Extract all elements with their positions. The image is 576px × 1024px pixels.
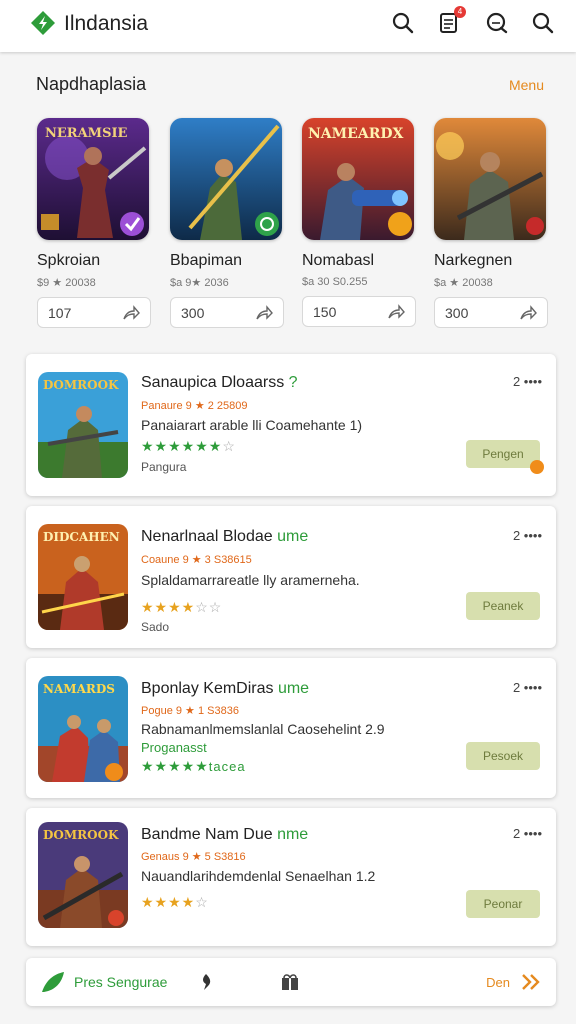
game-meta: Coaune 9 ★ 3 S38615 [141,554,252,566]
game-rating: ★★★★★tacea [141,758,246,774]
featured-game-art-title: NERAMSIE [45,126,128,141]
app-title: Ilndansia [64,12,149,35]
section-title: Napdhaplasia [36,74,147,94]
game-rank: 2 •••• [512,680,542,695]
notifications-icon[interactable]: 4 [436,6,466,36]
featured-game-card[interactable]: Bbapiman $a 9★ 2036 300 [170,118,284,328]
search-alt-icon[interactable] [530,10,556,36]
game-action-button[interactable]: Peanek [466,592,540,620]
game-rank: 2 •••• [512,374,542,389]
game-rating: ★★★★★★☆ [141,438,236,454]
featured-game-image: NAMEARDX [302,118,414,240]
game-title: Bponlay KemDiras ume [141,680,310,697]
game-action-button[interactable]: Pengen [466,440,540,468]
app-logo-icon [31,11,55,35]
featured-game-image [434,118,546,240]
featured-game-price: $a ★ 20038 [434,277,493,289]
leaf-icon [42,972,64,992]
featured-game-count: 300 [445,304,469,321]
top-app-bar: Ilndansia 4 [0,0,576,52]
featured-game-action-button[interactable]: 107 [37,297,151,328]
game-description: Nauandlarihdemdenlal Senaelhan 1.2 [141,868,376,884]
game-thumbnail: DOMROOK [38,822,128,928]
game-description: Splaldamarrareatle lly aramerneha. [141,572,360,588]
game-title: Sanaupica Dloaarss ? [141,374,298,391]
game-category: Pangura [141,460,187,474]
notification-badge: 4 [454,6,466,18]
drop-icon[interactable] [198,972,214,992]
featured-game-count: 107 [48,304,72,321]
game-list-item[interactable]: DOMROOK Sanaupica Dloaarss ? Panaure 9 ★… [26,354,556,496]
game-list-item[interactable]: DIDCAHEN Nenarlnaal Blodae ume Coaune 9 … [26,506,556,648]
chat-icon[interactable] [484,10,510,36]
game-rating: ★★★★☆☆ [141,599,223,615]
game-title: Bandme Nam Due nme [141,826,309,843]
featured-game-action-button[interactable]: 150 [302,296,416,327]
featured-game-price: $a 9★ 2036 [170,277,229,289]
featured-game-image [170,118,282,240]
game-meta: Genaus 9 ★ 5 S3816 [141,851,246,863]
game-thumbnail: NAMARDS [38,676,128,782]
game-list-item[interactable]: DOMROOK Bandme Nam Due nme Genaus 9 ★ 5 … [26,808,556,946]
game-category: Sado [141,620,170,634]
featured-game-name: Spkroian [37,252,101,269]
game-description: Panaiarart arable lli Coamehante 1) [141,417,363,433]
featured-game-card[interactable]: NERAMSIE Spkroian $9 ★ 20038 107 [37,118,151,328]
game-rank: 2 •••• [512,826,542,841]
game-list-item[interactable]: NAMARDS Bponlay KemDiras ume Pogue 9 ★ 1… [26,658,556,798]
share-icon [123,304,140,320]
status-dot-icon [530,460,544,474]
game-meta: Panaure 9 ★ 2 25809 [141,400,248,412]
featured-game-image: NERAMSIE [37,118,149,240]
share-icon [388,303,405,319]
bottom-more-link[interactable]: Den [486,975,510,990]
featured-game-card[interactable]: Narkegnen $a ★ 20038 300 [434,118,548,328]
gift-icon[interactable] [280,972,300,992]
featured-game-card[interactable]: NAMEARDX Nomabasl $a 30 S0.255 150 [302,118,416,327]
game-thumbnail-title: NAMARDS [43,682,115,696]
featured-game-action-button[interactable]: 300 [434,297,548,328]
game-title: Nenarlnaal Blodae ume [141,528,309,545]
game-meta: Pogue 9 ★ 1 S3836 [141,705,239,717]
share-icon [520,304,537,320]
bottom-bar-label[interactable]: Pres Sengurae [74,974,167,990]
game-description: Rabnamanlmemslanlal Caosehelint 2.9 [141,721,385,737]
featured-game-count: 300 [181,304,205,321]
game-category: Proganasst [141,740,207,755]
featured-game-price: $9 ★ 20038 [37,277,96,289]
game-action-button[interactable]: Peonar [466,890,540,918]
game-rank: 2 •••• [512,528,542,543]
featured-game-price: $a 30 S0.255 [302,276,368,288]
featured-game-name: Bbapiman [170,252,243,269]
double-chevron-right-icon[interactable] [520,972,542,992]
featured-game-action-button[interactable]: 300 [170,297,284,328]
featured-game-name: Narkegnen [434,252,513,269]
game-thumbnail-title: DOMROOK [43,828,119,842]
search-icon[interactable] [390,10,416,36]
section-more-link[interactable]: Menu [509,77,544,93]
share-icon [256,304,273,320]
featured-game-name: Nomabasl [302,252,375,269]
featured-game-count: 150 [313,303,337,320]
game-thumbnail: DIDCAHEN [38,524,128,630]
game-action-button[interactable]: Pesoek [466,742,540,770]
game-rating: ★★★★☆ [141,894,209,910]
game-thumbnail-title: DOMROOK [43,378,119,392]
game-thumbnail-title: DIDCAHEN [43,530,120,544]
game-thumbnail: DOMROOK [38,372,128,478]
featured-game-art-title: NAMEARDX [308,126,404,142]
bottom-bar: Pres Sengurae Den [26,958,556,1006]
